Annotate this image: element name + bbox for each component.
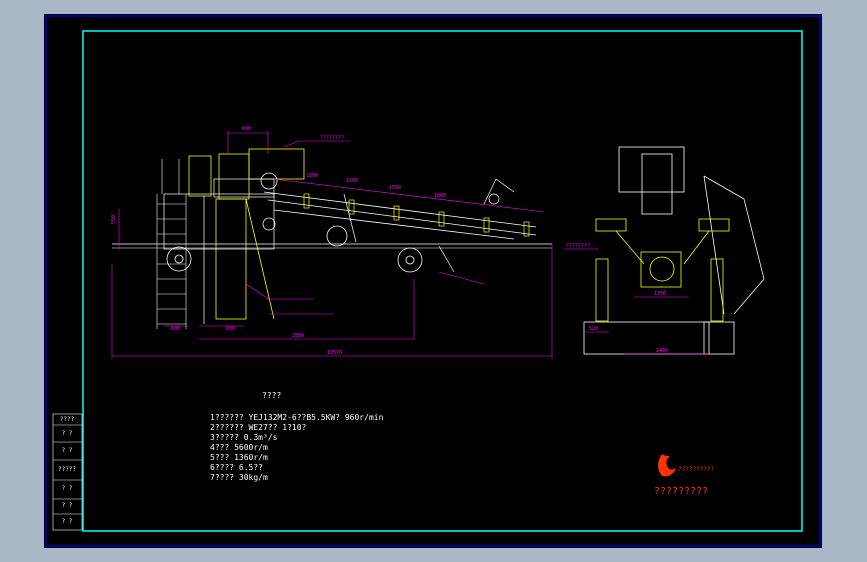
technical-notes: ???? 1?????? YEJ132M2-6??B5.5KW? 960r/mi… <box>210 391 384 482</box>
dim-1500: 1500 <box>389 185 401 191</box>
note-7: 7???? 30kg/m <box>210 473 268 482</box>
note-2: 2?????? WE27?? 1?10? <box>210 423 307 432</box>
logo-text: ?????????? <box>678 466 715 473</box>
dim-800: 800 <box>242 126 251 132</box>
dim-left: 550 <box>111 215 117 224</box>
dim-800b: 800 <box>226 326 235 332</box>
dim-2400: 2400 <box>656 348 668 354</box>
title-block-cell: ? ? <box>61 518 73 525</box>
dim-1350: 1350 <box>654 291 666 297</box>
title-block-cell: ???? <box>59 416 75 423</box>
end-view: ???????? 1350 520 2400 <box>564 146 765 355</box>
note-5: 5??? 1360r/m <box>210 453 268 462</box>
dim-1800a: 1800 <box>306 173 318 179</box>
leader-label: ???????? <box>320 135 344 141</box>
note-1: 1?????? YEJ132M2-6??B5.5KW? 960r/min <box>210 413 384 422</box>
dim-2800: 2800 <box>292 333 304 339</box>
flame-logo-icon <box>658 454 676 477</box>
dim-1800b: 1800 <box>434 193 446 199</box>
dim-600: 600 <box>171 326 180 332</box>
logo-caption: ????????? <box>654 486 708 497</box>
inner-border <box>82 30 803 532</box>
side-view: 800 ???????? 1800 1200 1500 1800 550 600… <box>111 126 553 359</box>
notes-title: ???? <box>262 391 281 400</box>
logo: ?????????? ????????? <box>654 454 715 497</box>
end-leader-label: ???????? <box>566 243 590 249</box>
note-4: 4??? 5600r/m <box>210 443 268 452</box>
dim-520: 520 <box>589 326 598 332</box>
dim-1200: 1200 <box>346 178 358 184</box>
dim-10570: 10570 <box>327 350 342 356</box>
title-block-cell: ? ? <box>61 485 73 492</box>
cad-drawing: 800 ???????? 1800 1200 1500 1800 550 600… <box>45 15 821 547</box>
drawing-sheet: 800 ???????? 1800 1200 1500 1800 550 600… <box>44 14 822 548</box>
title-block-cell: ? ? <box>61 430 73 437</box>
title-block-cell: ? ? <box>61 502 73 509</box>
title-block-cell: ? ? <box>61 447 73 454</box>
note-6: 6???? 6.5?? <box>210 463 263 472</box>
title-block-cell: ????? <box>57 466 77 473</box>
note-3: 3????? 0.3m³/s <box>210 433 278 442</box>
